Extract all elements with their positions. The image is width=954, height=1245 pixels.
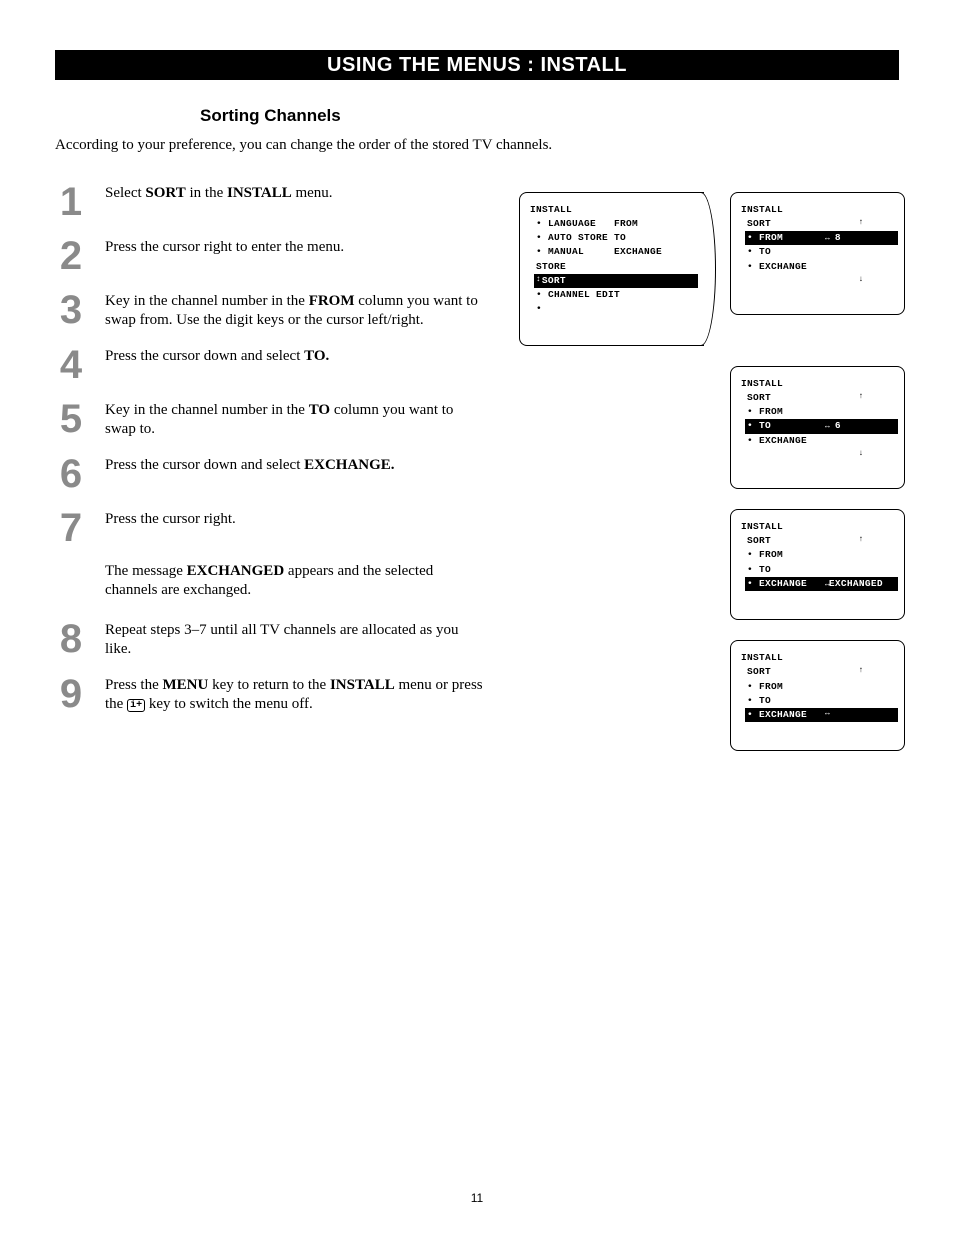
step-body: Key in the channel number in the FROM co… — [105, 290, 485, 331]
step: 4 Press the cursor down and select TO. — [55, 345, 485, 385]
step-number: 8 — [55, 619, 87, 659]
note-text: The message EXCHANGED appears and the se… — [105, 562, 485, 601]
page-number: 11 — [55, 1191, 899, 1205]
step-body: Repeat steps 3–7 until all TV channels a… — [105, 619, 485, 660]
step-body: Press the cursor right. — [105, 508, 236, 530]
step: 9 Press the MENU key to return to the INS… — [55, 674, 485, 715]
step: 8 Repeat steps 3–7 until all TV channels … — [55, 619, 485, 660]
step-body: Press the MENU key to return to the INST… — [105, 674, 485, 715]
step-number: 6 — [55, 454, 87, 494]
page-title-bar: USING THE MENUS : INSTALL — [55, 50, 899, 80]
step-body: Press the cursor right to enter the menu… — [105, 236, 344, 258]
step: 3 Key in the channel number in the FROM c… — [55, 290, 485, 331]
step-body: Press the cursor down and select EXCHANG… — [105, 454, 395, 476]
osd-sort-to: INSTALL SORT↑ • FROM • TO↔ 6 • EXCHANGE … — [730, 366, 905, 489]
step: 5 Key in the channel number in the TO col… — [55, 399, 485, 440]
step-number: 5 — [55, 399, 87, 439]
osd-screens-column: INSTALL • LANGUAGEFROM • AUTO STORETO • … — [519, 182, 905, 752]
step-number: 3 — [55, 290, 87, 330]
step-body: Key in the channel number in the TO colu… — [105, 399, 485, 440]
osd-sort-exchange-ready: INSTALL SORT↑ • FROM • TO • EXCHANGE↔ — [730, 640, 905, 751]
step: 1 Select SORT in the INSTALL menu. — [55, 182, 485, 222]
step: 2 Press the cursor right to enter the men… — [55, 236, 485, 276]
step-number: 7 — [55, 508, 87, 548]
step-number: 1 — [55, 182, 87, 222]
osd-sort-from: INSTALL SORT↑ • FROM↔ 8 • TO • EXCHANGE … — [730, 192, 905, 315]
section-title: Sorting Channels — [200, 106, 899, 126]
step-number: 9 — [55, 674, 87, 714]
step-body: Press the cursor down and select TO. — [105, 345, 329, 367]
step-number: 4 — [55, 345, 87, 385]
step: 6 Press the cursor down and select EXCHAN… — [55, 454, 485, 494]
osd-install-main: INSTALL • LANGUAGEFROM • AUTO STORETO • … — [519, 192, 704, 346]
step: 7 Press the cursor right. — [55, 508, 485, 548]
steps-column: 1 Select SORT in the INSTALL menu. 2 Press … — [55, 182, 485, 729]
intro-text: According to your preference, you can ch… — [55, 136, 575, 156]
osd-sort-exchanged: INSTALL SORT↑ • FROM • TO • EXCHANGE↔EXC… — [730, 509, 905, 620]
step-body: Select SORT in the INSTALL menu. — [105, 182, 333, 204]
step-number: 2 — [55, 236, 87, 276]
